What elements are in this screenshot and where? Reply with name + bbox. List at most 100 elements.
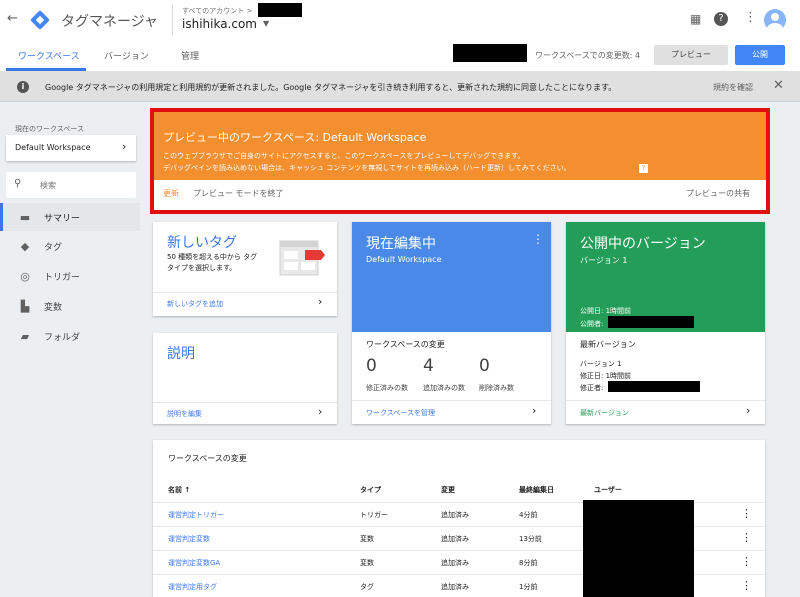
more-vert-icon[interactable]: ⋮ [741,579,752,592]
preview-banner-title: プレビュー中のワークスペース: Default Workspace [163,131,427,144]
redacted-users [583,500,694,597]
help-icon[interactable]: ? [639,164,648,173]
sidebar-item-summary[interactable]: ▬ サマリー [0,203,140,231]
container-name[interactable]: ishihika.com [182,17,257,31]
variables-icon: ▙ [20,299,30,313]
preview-banner-header: プレビュー中のワークスペース: Default Workspace このウェブブ… [154,112,766,180]
help-icon[interactable]: ? [714,12,728,26]
chevron-right-icon: › [318,295,323,308]
app-title: タグマネージャ [61,14,159,30]
divider [172,5,173,35]
published-date: 公開日: 1時間前 [580,307,632,315]
folder-icon: ▰ [20,329,30,343]
active-indicator [0,203,3,231]
tag-icon: ◆ [20,239,30,253]
preview-banner: プレビュー中のワークスペース: Default Workspace このウェブブ… [154,112,766,210]
redacted-info [453,44,527,62]
latest-version-link[interactable]: 最新バージョン [580,408,629,418]
preview-banner-line2: デバッグペインを読み込めない場合は、キャッシュ コンテンツを無視してサイトを再読… [163,164,571,172]
account-breadcrumb[interactable]: すべてのアカウント > [182,6,252,16]
published-version-header: 公開中のバージョン バージョン 1 公開日: 1時間前 公開者: [566,222,765,332]
row-date: 13分前 [519,535,542,543]
publish-button[interactable]: 公開 [735,45,785,65]
divider [566,400,765,401]
tag-illustration-icon [279,239,325,277]
more-vert-icon[interactable]: ⋮ [744,10,757,25]
col-header-type[interactable]: タイプ [360,485,381,495]
avatar[interactable] [764,9,786,31]
more-vert-icon[interactable]: ⋮ [741,555,752,568]
terms-notice-bar: i Google タグマネージャの利用規定と利用規約が更新されました。Googl… [0,72,800,102]
refresh-link[interactable]: 更新 [163,188,179,199]
container-dropdown-icon[interactable]: ▼ [263,19,269,28]
workspace-changes-count: ワークスペースでの変更数: 4 [535,51,641,60]
new-tag-description: 50 種類を超える中から タグタイプを選択します。 [167,253,258,272]
chevron-right-icon[interactable]: › [746,404,750,417]
preview-banner-line1: このウェブブラウザでご自身のサイトにアクセスすると、このワークスペースをプレビュ… [163,152,525,160]
sidebar-item-variables[interactable]: ▙ 変数 [0,292,140,320]
tab-versions[interactable]: バージョン [104,49,149,62]
col-header-last-edited[interactable]: 最終編集日 [519,485,554,495]
new-tag-card[interactable]: 新しいタグ 50 種類を超える中から タグタイプを選択します。 新しいタグを追加… [153,222,337,316]
apps-grid-icon[interactable]: ▦ [690,12,701,26]
divider [352,400,551,401]
col-header-user[interactable]: ユーザー [594,485,622,495]
more-vert-icon[interactable]: ⋮ [532,232,544,246]
info-icon: i [17,81,29,93]
sidebar-item-label: 変数 [44,302,63,313]
tab-workspace[interactable]: ワークスペース [18,49,80,62]
row-name-link[interactable]: 運営判定トリガー [168,510,224,520]
row-change: 追加済み [441,511,469,519]
edit-description-link[interactable]: 説明を編集 [167,409,202,419]
latest-version-number: バージョン 1 [580,360,622,368]
more-vert-icon[interactable]: ⋮ [741,531,752,544]
col-header-name[interactable]: 名前 ↑ [168,485,190,495]
row-name-link[interactable]: 運営判定用タグ [168,582,217,592]
modified-label: 修正済みの数 [366,384,408,392]
row-name-link[interactable]: 運営判定変数 [168,534,210,544]
row-change: 追加済み [441,535,469,543]
sidebar-item-triggers[interactable]: ◎ トリガー [0,262,140,290]
workspace-selector[interactable]: Default Workspace › [6,135,136,161]
latest-version-modified-date: 修正日: 1時間前 [580,372,632,380]
sidebar-item-tags[interactable]: ◆ タグ [0,232,140,260]
table-title: ワークスペースの変更 [168,454,247,463]
review-terms-link[interactable]: 規約を確認 [713,82,753,93]
description-card[interactable]: 説明 説明を編集 › [153,333,337,424]
manage-workspace-link[interactable]: ワークスペースを管理 [366,408,435,418]
current-workspace-header: 現在編集中 Default Workspace ⋮ [352,222,551,332]
redacted-user [608,381,700,392]
divider [153,402,337,403]
tab-admin[interactable]: 管理 [181,49,199,62]
chevron-right-icon[interactable]: › [532,404,536,417]
search-box[interactable]: ⚲ 検索 [6,172,136,198]
chevron-right-icon: › [122,140,127,153]
exit-preview-link[interactable]: プレビュー モードを終了 [193,188,284,199]
search-input[interactable]: 検索 [40,180,56,191]
added-label: 追加済みの数 [423,384,465,392]
sidebar-item-folders[interactable]: ▰ フォルダ [0,322,140,350]
summary-icon: ▬ [19,210,31,224]
top-app-bar: ← タグマネージャ すべてのアカウント > ishihika.com ▼ ▦ ?… [0,0,800,40]
back-arrow-icon[interactable]: ← [7,11,18,26]
col-header-change[interactable]: 変更 [441,485,455,495]
redacted-account [258,3,302,17]
sidebar: 現在のワークスペース Default Workspace › ⚲ 検索 ▬ サマ… [0,102,140,597]
row-name-link[interactable]: 運営判定変数GA [168,558,220,568]
row-date: 1分前 [519,583,538,591]
added-count: 4 [423,356,434,376]
row-change: 追加済み [441,583,469,591]
more-vert-icon[interactable]: ⋮ [741,507,752,520]
current-workspace-title: 現在編集中 [366,236,436,252]
add-new-tag-link[interactable]: 新しいタグを追加 [167,299,223,309]
sidebar-item-label: トリガー [44,272,81,283]
preview-button[interactable]: プレビュー [654,45,728,65]
close-icon[interactable]: ✕ [773,78,784,93]
divider [153,292,337,293]
share-preview-link[interactable]: プレビューの共有 [686,188,750,199]
active-tab-indicator [6,68,86,71]
published-by-label: 公開者: [580,320,604,328]
modified-count: 0 [366,356,377,376]
row-type: 変数 [360,535,374,543]
row-date: 4分前 [519,511,538,519]
